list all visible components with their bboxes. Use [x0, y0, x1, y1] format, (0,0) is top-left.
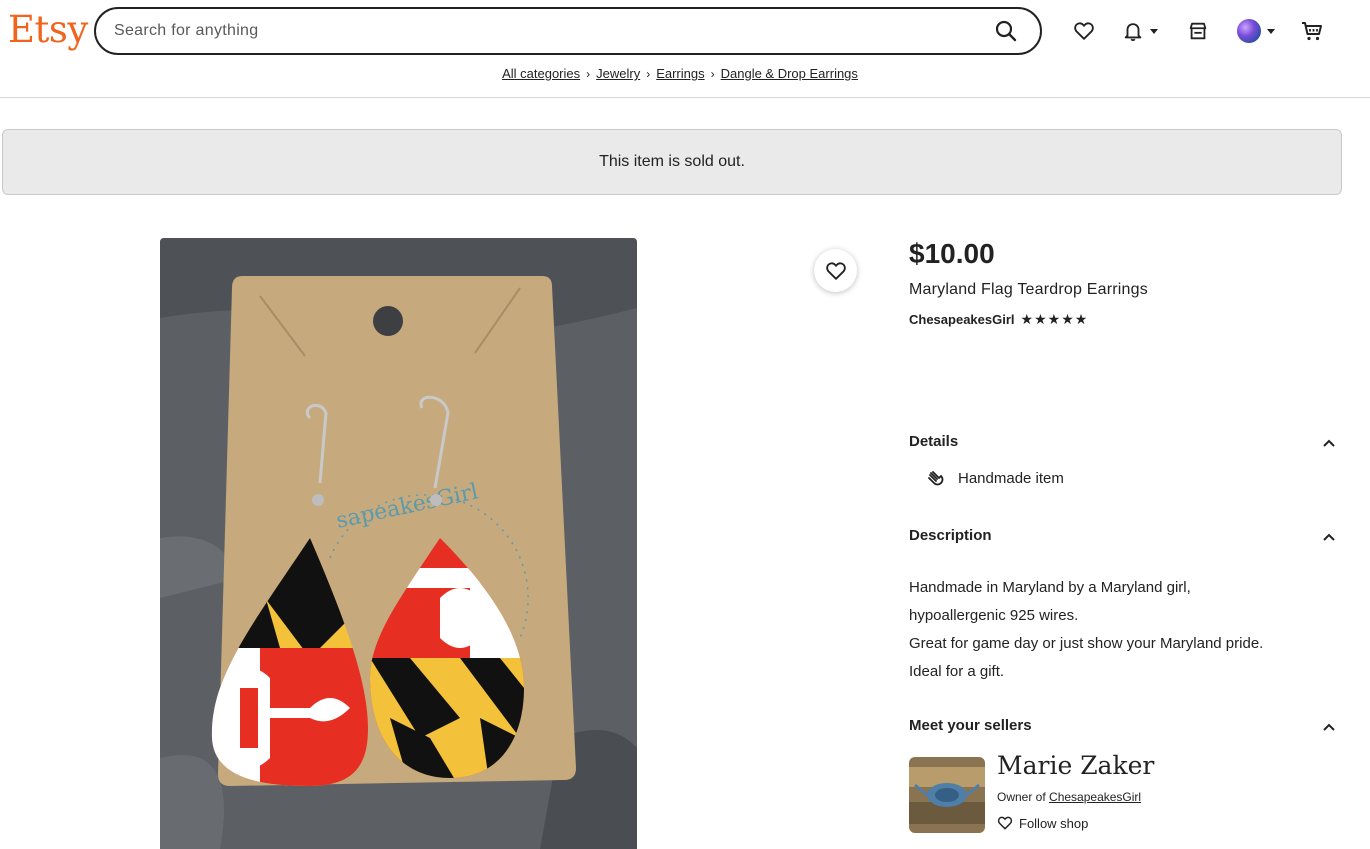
star-icon: ★ [1074, 311, 1088, 327]
sold-out-text: This item is sold out. [599, 153, 745, 170]
chevron-right-icon: › [646, 67, 651, 81]
search-bar[interactable] [94, 7, 1042, 55]
shop-rating-row: ChesapeakesGirl ★ ★ ★ ★ ★ [909, 311, 1087, 327]
description-text: Handmade in Maryland by a Maryland girl,… [909, 574, 1263, 686]
sellers-heading[interactable]: Meet your sellers [909, 717, 1032, 734]
search-input[interactable] [114, 22, 984, 40]
search-button[interactable] [984, 9, 1028, 53]
chevron-down-icon [1150, 28, 1158, 34]
breadcrumb: All categories › Jewelry › Earrings › Dangle &… [0, 66, 1360, 81]
cart-button[interactable] [1300, 14, 1324, 48]
details-heading[interactable]: Details [909, 433, 958, 450]
handmade-detail: Handmade item [928, 470, 1064, 487]
follow-shop-label: Follow shop [1019, 815, 1089, 831]
seller-photo[interactable] [909, 757, 985, 833]
breadcrumb-all-categories[interactable]: All categories [502, 66, 580, 81]
etsy-logo[interactable]: Etsy [8, 8, 88, 52]
sold-out-banner: This item is sold out. [2, 129, 1342, 195]
heart-icon [1074, 22, 1094, 40]
hand-icon [928, 470, 944, 485]
chevron-up-icon[interactable] [1322, 436, 1336, 450]
product-title: Maryland Flag Teardrop Earrings [909, 281, 1148, 298]
product-image[interactable]: sapeakesGirl [160, 238, 637, 849]
favorites-button[interactable] [1072, 14, 1096, 48]
notifications-button[interactable] [1120, 14, 1160, 48]
star-icon: ★ [1020, 311, 1034, 327]
chevron-right-icon: › [710, 67, 715, 81]
description-heading[interactable]: Description [909, 527, 992, 544]
breadcrumb-dangle-drop-earrings[interactable]: Dangle & Drop Earrings [721, 66, 858, 81]
avatar [1237, 19, 1261, 43]
owner-shop-link[interactable]: ChesapeakesGirl [1049, 790, 1141, 804]
breadcrumb-jewelry[interactable]: Jewelry [596, 66, 640, 81]
star-rating: ★ ★ ★ ★ ★ [1021, 311, 1088, 327]
seller-name: Marie Zaker [997, 751, 1155, 780]
follow-shop-button[interactable]: Follow shop [997, 815, 1088, 831]
search-icon [995, 20, 1017, 42]
handmade-label: Handmade item [958, 470, 1064, 487]
star-icon: ★ [1034, 311, 1047, 327]
account-menu-button[interactable] [1234, 14, 1278, 48]
bell-icon [1124, 23, 1142, 42]
shop-manager-button[interactable] [1186, 14, 1210, 48]
chevron-up-icon[interactable] [1322, 530, 1336, 544]
description-line: Great for game day or just show your Mar… [909, 635, 1264, 652]
header-divider [0, 97, 1370, 98]
star-icon: ★ [1047, 311, 1061, 327]
heart-icon [825, 261, 846, 280]
favorite-item-button[interactable] [814, 249, 857, 292]
chevron-right-icon: › [586, 67, 591, 81]
product-price: $10.00 [909, 238, 995, 269]
store-icon [1189, 22, 1207, 40]
cart-icon [1302, 22, 1322, 41]
shop-name-link[interactable]: ChesapeakesGirl [909, 312, 1015, 327]
star-icon: ★ [1061, 311, 1074, 327]
description-line: hypoallergenic 925 wires. [909, 607, 1079, 624]
earrings-photo: sapeakesGirl [160, 238, 637, 849]
chevron-down-icon [1267, 28, 1275, 34]
breadcrumb-earrings[interactable]: Earrings [656, 66, 704, 81]
seller-owner-line: Owner of ChesapeakesGirl [997, 790, 1141, 804]
heart-icon [997, 816, 1013, 830]
owner-prefix: Owner of [997, 790, 1050, 804]
description-line: Handmade in Maryland by a Maryland girl, [909, 579, 1191, 596]
chevron-up-icon[interactable] [1322, 720, 1336, 734]
description-line: Ideal for a gift. [909, 663, 1005, 680]
